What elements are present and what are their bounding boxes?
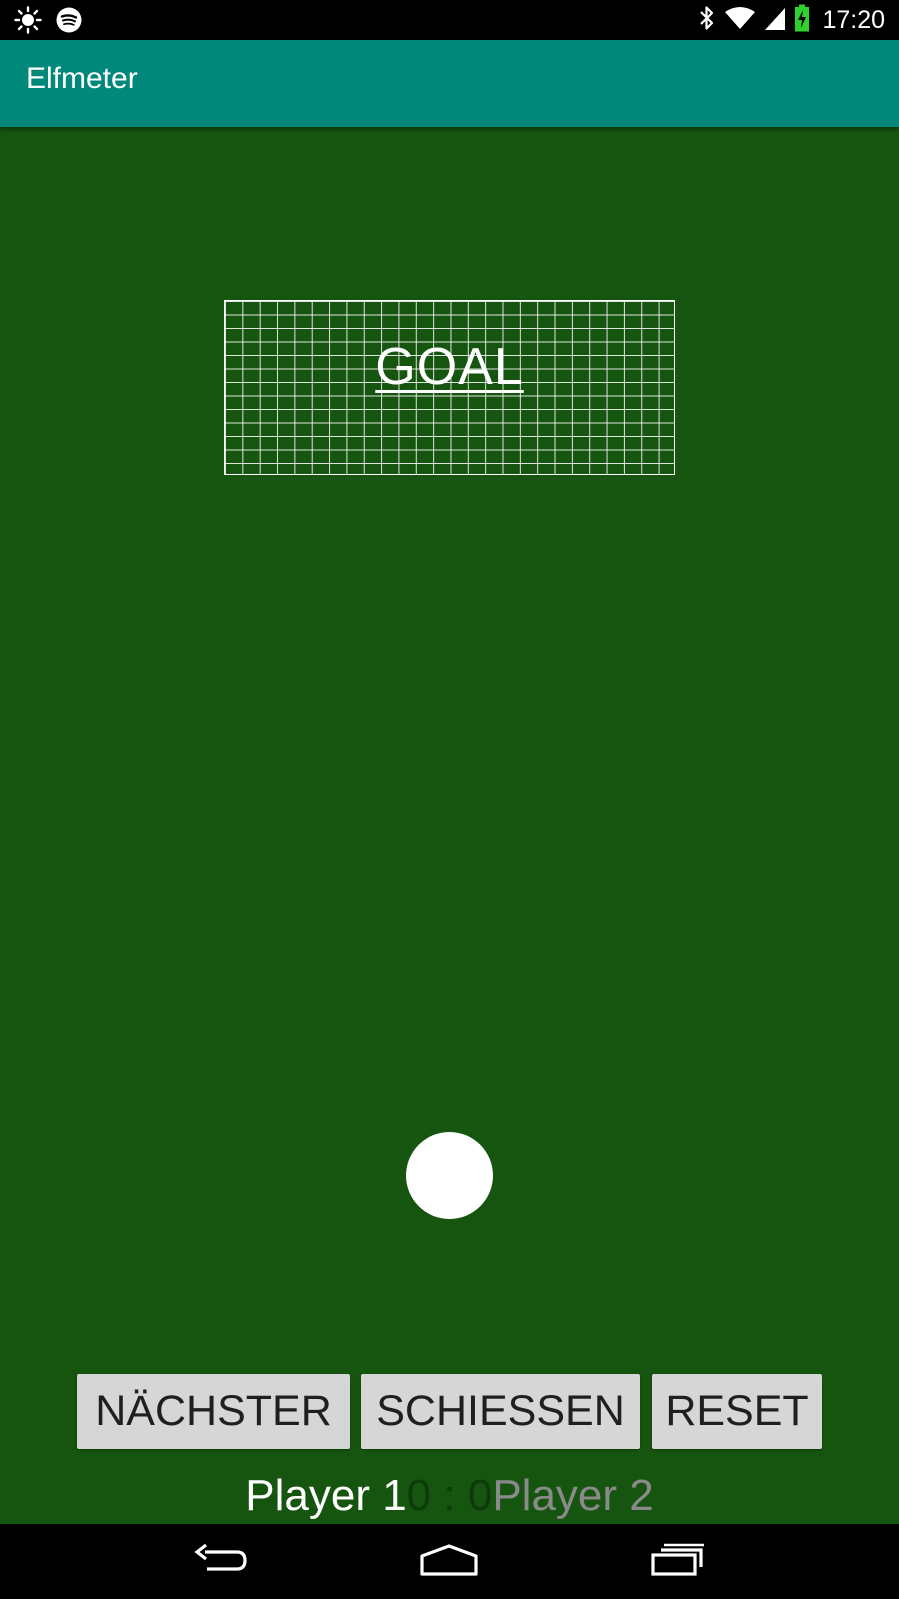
wifi-icon <box>724 5 756 35</box>
game-field[interactable]: GOAL NÄCHSTER SCHIESSEN RESET Player 10 … <box>0 127 899 1524</box>
recent-apps-icon <box>650 1543 706 1581</box>
phone-screen: 17:20 Elfmeter GOAL NÄCHSTER SCHIESSEN R… <box>0 0 899 1599</box>
ball[interactable] <box>406 1132 493 1219</box>
player1-score: 0 <box>406 1471 432 1520</box>
back-icon <box>193 1543 249 1581</box>
reset-button[interactable]: RESET <box>652 1374 822 1449</box>
score-line: Player 10 : 0Player 2 <box>0 1471 899 1521</box>
status-right-icons: 17:20 <box>698 4 885 36</box>
brightness-icon <box>14 6 42 38</box>
battery-charging-icon <box>794 4 810 36</box>
goal-label: GOAL <box>375 338 524 396</box>
spotify-icon <box>56 7 82 37</box>
player1-name: Player 1 <box>245 1471 407 1520</box>
status-bar: 17:20 <box>0 0 899 40</box>
signal-icon <box>764 5 786 35</box>
goal-net: GOAL <box>224 300 675 475</box>
next-button[interactable]: NÄCHSTER <box>77 1374 350 1449</box>
status-time: 17:20 <box>822 5 885 34</box>
home-icon <box>419 1543 479 1581</box>
shoot-button[interactable]: SCHIESSEN <box>361 1374 640 1449</box>
app-bar: Elfmeter <box>0 40 899 127</box>
status-left-icons <box>14 6 82 38</box>
home-button[interactable] <box>414 1542 484 1582</box>
app-title: Elfmeter <box>26 62 138 95</box>
player2-name: Player 2 <box>492 1471 654 1520</box>
player2-score: 0 <box>467 1471 493 1520</box>
recent-apps-button[interactable] <box>643 1542 713 1582</box>
back-button[interactable] <box>186 1542 256 1582</box>
bluetooth-icon <box>698 4 716 36</box>
score-separator: : <box>431 1471 468 1520</box>
nav-bar <box>0 1524 899 1599</box>
